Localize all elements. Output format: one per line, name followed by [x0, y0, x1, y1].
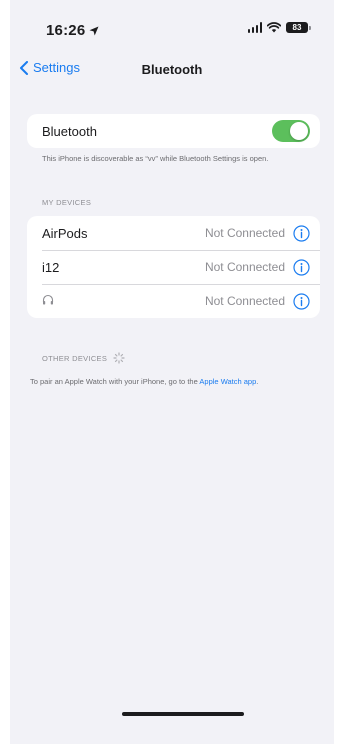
device-icon-cell — [42, 294, 205, 309]
loading-spinner-icon — [113, 352, 125, 364]
apple-watch-note: To pair an Apple Watch with your iPhone,… — [30, 377, 320, 387]
device-row-airpods[interactable]: AirPods Not Connected — [27, 216, 320, 250]
bluetooth-label: Bluetooth — [42, 123, 97, 139]
device-name: AirPods — [42, 225, 88, 241]
my-devices-header: MY DEVICES — [42, 198, 91, 207]
apple-watch-app-link[interactable]: Apple Watch app — [199, 377, 256, 386]
info-icon[interactable] — [293, 224, 310, 242]
discoverable-note: This iPhone is discoverable as “vv” whil… — [42, 154, 269, 163]
info-icon[interactable] — [293, 258, 310, 276]
home-indicator[interactable] — [122, 712, 244, 716]
device-status: Not Connected — [204, 226, 285, 240]
device-name: i12 — [42, 259, 60, 275]
other-devices-header-label: OTHER DEVICES — [42, 353, 108, 363]
headphones-icon — [42, 294, 54, 304]
toggle-knob — [290, 122, 308, 140]
status-time: 16:26 — [46, 22, 99, 39]
apple-watch-note-end: . — [256, 377, 259, 386]
battery-level: 83 — [292, 23, 302, 32]
bluetooth-toggle[interactable] — [272, 120, 310, 142]
apple-watch-note-text: To pair an Apple Watch with your iPhone,… — [30, 377, 200, 386]
device-row-headphones[interactable]: Not Connected — [27, 284, 320, 318]
other-devices-header: OTHER DEVICES — [42, 352, 125, 364]
device-row-i12[interactable]: i12 Not Connected — [27, 250, 320, 284]
info-icon[interactable] — [293, 292, 310, 310]
status-icons: 83 — [247, 22, 311, 33]
device-status: Not Connected — [204, 294, 285, 308]
device-status: Not Connected — [204, 260, 285, 274]
page-title: Bluetooth — [141, 62, 203, 77]
my-devices-list: AirPods Not Connected i12 Not Connected — [27, 216, 320, 318]
cellular-signal-icon — [247, 22, 262, 33]
my-devices-header-label: MY DEVICES — [42, 198, 92, 207]
time-label: 16:26 — [46, 22, 86, 39]
wifi-icon — [267, 22, 281, 33]
bluetooth-row: Bluetooth — [27, 114, 320, 148]
status-bar: 16:26 83 — [10, 0, 334, 50]
location-arrow-icon — [89, 26, 99, 35]
bluetooth-toggle-group: Bluetooth — [27, 114, 320, 148]
bluetooth-settings-screen: 16:26 83 Settings Bluetooth Bluetooth Th… — [10, 0, 334, 744]
battery-icon: 83 — [286, 22, 311, 33]
navigation-bar: Settings Bluetooth — [10, 56, 334, 86]
